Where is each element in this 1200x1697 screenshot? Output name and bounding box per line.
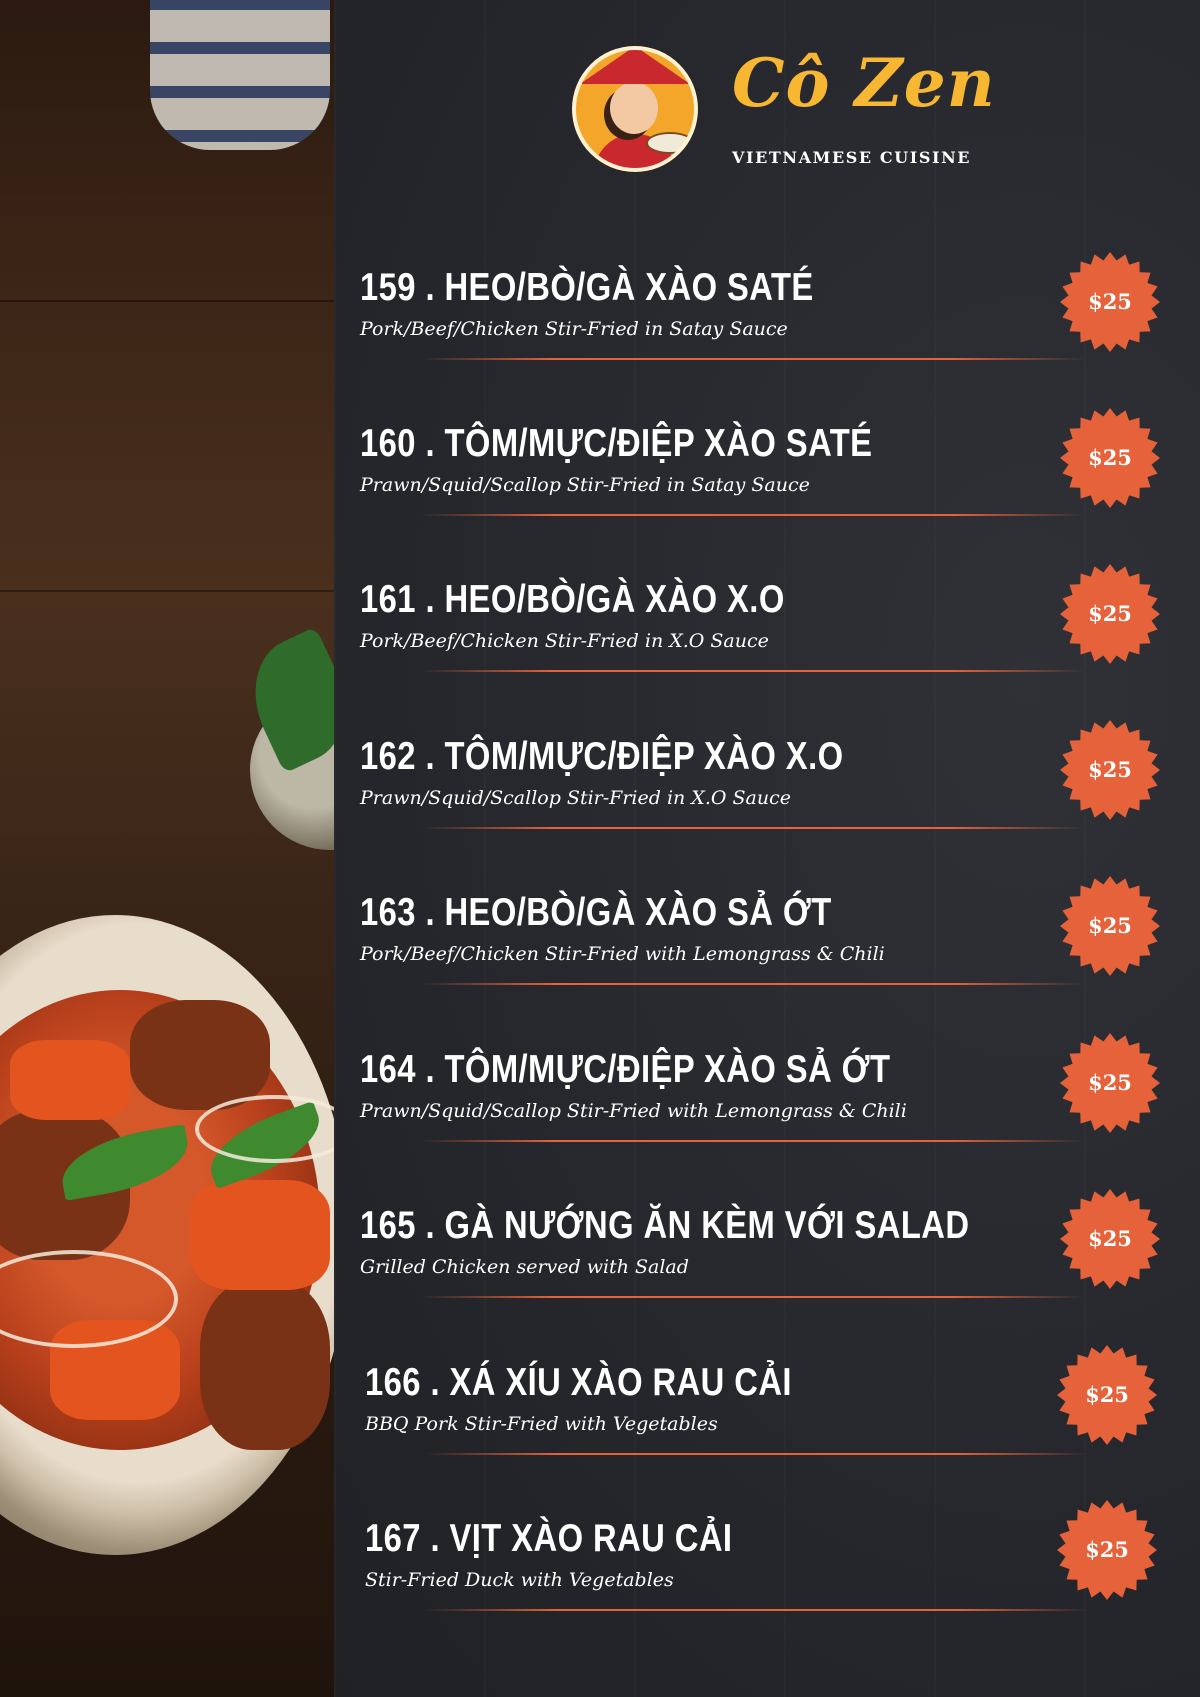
carrot-piece — [190, 1180, 330, 1290]
price-label: $25 — [1085, 1382, 1129, 1407]
brand-logo: Cô Zen VIETNAMESE CUISINE — [572, 40, 995, 190]
item-divider — [420, 670, 1085, 672]
logo-ring — [572, 46, 698, 172]
menu-item-description: Pork/Beef/Chicken Stir-Fried with Lemong… — [360, 943, 885, 965]
price-label: $25 — [1088, 757, 1132, 782]
brand-tagline: VIETNAMESE CUISINE — [732, 148, 972, 167]
menu-item: 166 . XÁ XÍU XÀO RAU CẢI BBQ Pork Stir-F… — [365, 1361, 1165, 1471]
menu-item: 159 . HEO/BÒ/GÀ XÀO SATÉ Pork/Beef/Chick… — [360, 266, 1160, 376]
menu-item-description: Grilled Chicken served with Salad — [360, 1256, 689, 1278]
item-divider — [420, 358, 1085, 360]
ceramic-cup — [150, 0, 330, 150]
price-badge: $25 — [1055, 1343, 1159, 1447]
menu-item: 160 . TÔM/MỰC/ĐIỆP XÀO SATÉ Prawn/Squid/… — [360, 422, 1160, 532]
menu-item: 167 . VỊT XÀO RAU CẢI Stir-Fried Duck wi… — [365, 1517, 1165, 1627]
price-label: $25 — [1088, 1226, 1132, 1251]
table-plank-line — [0, 590, 334, 592]
herb-leaf — [233, 626, 334, 774]
menu-item: 161 . HEO/BÒ/GÀ XÀO X.O Pork/Beef/Chicke… — [360, 578, 1160, 688]
menu-item-name: 162 . TÔM/MỰC/ĐIỆP XÀO X.O — [360, 735, 844, 778]
menu-item-name: 159 . HEO/BÒ/GÀ XÀO SATÉ — [360, 266, 814, 309]
price-label: $25 — [1088, 601, 1132, 626]
food-photo — [0, 0, 334, 1697]
menu-item-description: Prawn/Squid/Scallop Stir-Fried in Satay … — [360, 474, 810, 496]
menu-item-description: Pork/Beef/Chicken Stir-Fried in Satay Sa… — [360, 318, 788, 340]
menu-item-name: 166 . XÁ XÍU XÀO RAU CẢI — [365, 1361, 792, 1404]
item-divider — [425, 1453, 1090, 1455]
carrot-piece — [10, 1040, 130, 1120]
table-plank-line — [0, 300, 334, 302]
menu-item: 163 . HEO/BÒ/GÀ XÀO SẢ ỚT Pork/Beef/Chic… — [360, 891, 1160, 1001]
menu-item-name: 160 . TÔM/MỰC/ĐIỆP XÀO SATÉ — [360, 422, 873, 465]
menu-page: Cô Zen VIETNAMESE CUISINE 159 . HEO/BÒ/G… — [0, 0, 1200, 1697]
item-divider — [420, 827, 1085, 829]
price-label: $25 — [1088, 445, 1132, 470]
price-label: $25 — [1088, 1070, 1132, 1095]
item-divider — [420, 983, 1085, 985]
price-badge: $25 — [1055, 1498, 1159, 1602]
item-divider — [420, 514, 1085, 516]
price-label: $25 — [1088, 913, 1132, 938]
price-label: $25 — [1088, 289, 1132, 314]
item-divider — [425, 1609, 1090, 1611]
menu-item: 162 . TÔM/MỰC/ĐIỆP XÀO X.O Prawn/Squid/S… — [360, 735, 1160, 845]
menu-item-description: BBQ Pork Stir-Fried with Vegetables — [365, 1413, 718, 1435]
menu-item-description: Stir-Fried Duck with Vegetables — [365, 1569, 674, 1591]
menu-item-name: 161 . HEO/BÒ/GÀ XÀO X.O — [360, 578, 785, 621]
price-badge: $25 — [1058, 406, 1162, 510]
menu-item-name: 163 . HEO/BÒ/GÀ XÀO SẢ ỚT — [360, 891, 832, 934]
item-divider — [420, 1140, 1085, 1142]
menu-item-name: 164 . TÔM/MỰC/ĐIỆP XÀO SẢ ỚT — [360, 1048, 891, 1091]
menu-item: 164 . TÔM/MỰC/ĐIỆP XÀO SẢ ỚT Prawn/Squid… — [360, 1048, 1160, 1158]
menu-item-description: Prawn/Squid/Scallop Stir-Fried with Lemo… — [360, 1100, 907, 1122]
menu-item-description: Pork/Beef/Chicken Stir-Fried in X.O Sauc… — [360, 630, 769, 652]
menu-item-description: Prawn/Squid/Scallop Stir-Fried in X.O Sa… — [360, 787, 791, 809]
beef-chunk — [130, 1000, 270, 1110]
menu-item-name: 167 . VỊT XÀO RAU CẢI — [365, 1517, 733, 1560]
price-badge: $25 — [1058, 1187, 1162, 1291]
beef-chunk — [200, 1280, 330, 1450]
price-badge: $25 — [1058, 250, 1162, 354]
menu-item-name: 165 . GÀ NƯỚNG ĂN KÈM VỚI SALAD — [360, 1204, 970, 1247]
price-badge: $25 — [1058, 718, 1162, 822]
price-badge: $25 — [1058, 1031, 1162, 1135]
brand-name: Cô Zen — [732, 44, 996, 122]
price-badge: $25 — [1058, 874, 1162, 978]
menu-item: 165 . GÀ NƯỚNG ĂN KÈM VỚI SALAD Grilled … — [360, 1204, 1160, 1314]
price-badge: $25 — [1058, 562, 1162, 666]
item-divider — [420, 1296, 1085, 1298]
price-label: $25 — [1085, 1537, 1129, 1562]
chef-woman-logo-icon — [572, 46, 698, 172]
